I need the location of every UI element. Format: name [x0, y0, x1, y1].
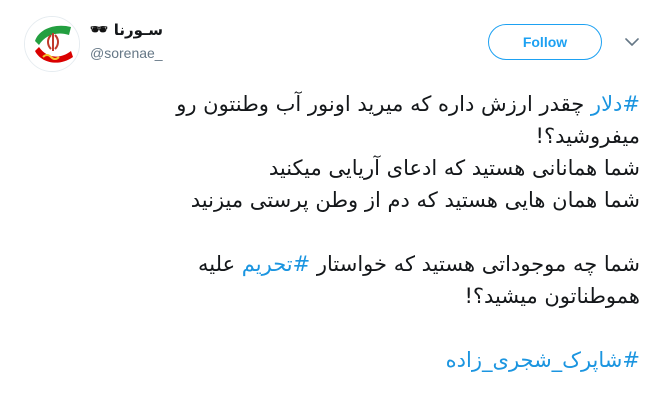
user-handle[interactable]: @sorenae_: [90, 45, 163, 61]
tweet-line-4: شما همان هایی هستید که دم از وطن پرستی م…: [190, 188, 640, 212]
tweet-text-segment: علیه: [198, 252, 242, 276]
follow-button[interactable]: Follow: [488, 24, 602, 60]
hashtag-link[interactable]: #تحریم: [242, 252, 310, 276]
tweet-line-7: #شاپرک_شجری_زاده: [34, 344, 640, 376]
tweet-line-5: شما چه موجوداتی هستید که خواستار #تحریم …: [34, 248, 640, 280]
tweet-card: 🕶 سـورنا @sorenae_ Follow #دلار چقدر ارز…: [0, 0, 666, 405]
chevron-down-icon: [625, 37, 639, 46]
tweet-text-segment: شما چه موجوداتی هستید که خواستار: [310, 252, 640, 276]
tweet-text-segment: چقدر ارزش داره که میرید اونور آب وطنتون …: [176, 92, 591, 116]
tweet-text: #دلار چقدر ارزش داره که میرید اونور آب و…: [34, 88, 640, 376]
avatar[interactable]: [24, 16, 80, 72]
author-block: 🕶 سـورنا @sorenae_: [90, 20, 163, 61]
sunglasses-icon: 🕶: [90, 22, 108, 38]
tweet-line-3: شما همانانی هستید که ادعای آریایی میکنید: [268, 156, 640, 180]
tweet-menu-button[interactable]: [622, 34, 642, 50]
display-name: سـورنا: [113, 21, 163, 39]
tweet-line-6: هموطناتون میشید؟!: [464, 284, 640, 308]
display-name-row[interactable]: 🕶 سـورنا: [90, 20, 163, 40]
tweet-line-2: میفروشید؟!: [535, 124, 640, 148]
hashtag-link[interactable]: #شاپرک_شجری_زاده: [446, 348, 640, 372]
hashtag-link[interactable]: #دلار: [591, 92, 640, 116]
tweet-line-1: #دلار چقدر ارزش داره که میرید اونور آب و…: [34, 88, 640, 120]
iran-flag-logo-icon: [25, 17, 79, 71]
